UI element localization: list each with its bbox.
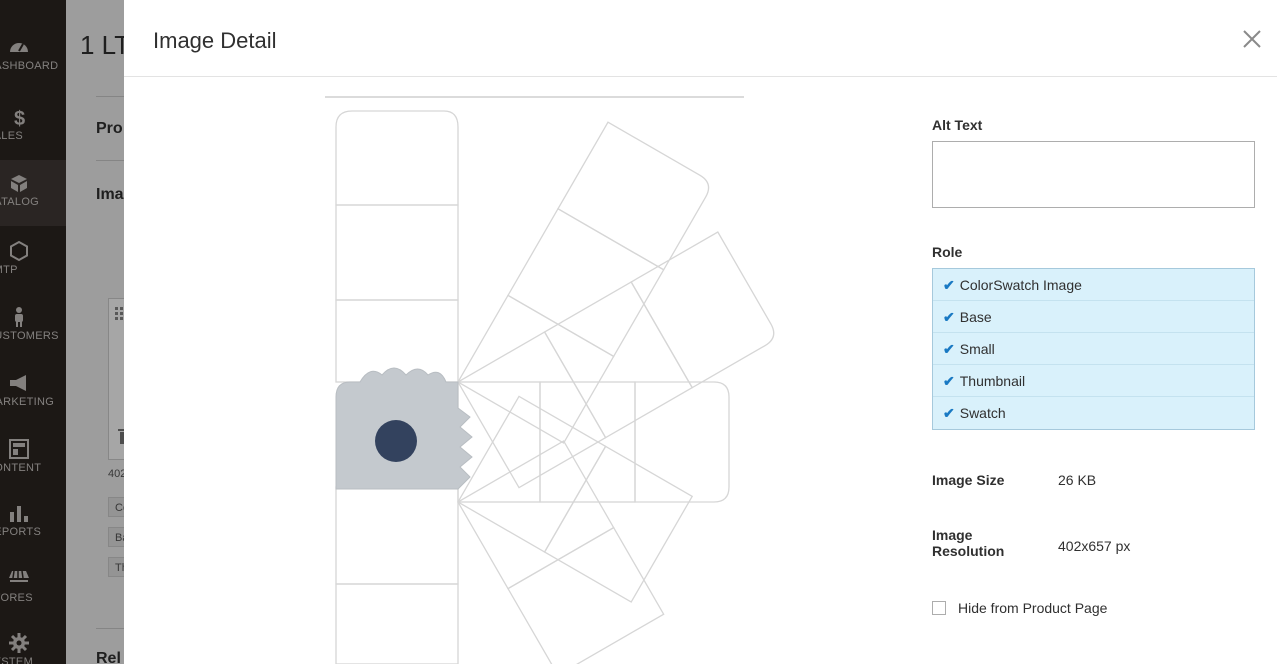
image-detail-modal: Image Detail Alt Text Role ✔ ColorSwatch…: [124, 0, 1277, 664]
alt-text-input[interactable]: [932, 141, 1255, 208]
modal-title: Image Detail: [153, 28, 277, 53]
role-option-base[interactable]: ✔ Base: [933, 301, 1254, 333]
role-option-label: Small: [959, 341, 995, 357]
hide-from-product-page-checkbox[interactable]: [932, 601, 946, 615]
image-resolution-label-line1: Image: [932, 527, 973, 543]
close-icon[interactable]: [1237, 24, 1267, 54]
role-option-label: Swatch: [959, 405, 1006, 421]
image-preview: [154, 77, 904, 664]
image-size-label: Image Size: [932, 472, 1005, 488]
alt-text-label: Alt Text: [932, 117, 983, 133]
role-option-swatch[interactable]: ✔ Swatch: [933, 397, 1254, 429]
role-option-small[interactable]: ✔ Small: [933, 333, 1254, 365]
role-option-colorswatch-image[interactable]: ✔ ColorSwatch Image: [933, 269, 1254, 301]
hide-from-product-page-label[interactable]: Hide from Product Page: [958, 600, 1107, 616]
check-icon: ✔: [943, 341, 955, 357]
modal-overlay[interactable]: [0, 0, 124, 664]
check-icon: ✔: [943, 405, 955, 421]
image-resolution-value: 402x657 px: [1058, 538, 1131, 554]
modal-header: Image Detail: [124, 0, 1277, 77]
role-multiselect[interactable]: ✔ ColorSwatch Image ✔ Base ✔ Small ✔ Thumbna…: [932, 268, 1255, 430]
role-option-thumbnail[interactable]: ✔ Thumbnail: [933, 365, 1254, 397]
role-option-label: Thumbnail: [959, 373, 1026, 389]
role-option-label: ColorSwatch Image: [959, 277, 1082, 293]
check-icon: ✔: [943, 373, 955, 389]
check-icon: ✔: [943, 277, 955, 293]
product-image: [325, 96, 775, 664]
role-label: Role: [932, 244, 963, 260]
check-icon: ✔: [943, 309, 955, 325]
image-size-value: 26 KB: [1058, 472, 1097, 488]
image-resolution-label-line2: Resolution: [932, 543, 1005, 559]
role-option-label: Base: [959, 309, 992, 325]
